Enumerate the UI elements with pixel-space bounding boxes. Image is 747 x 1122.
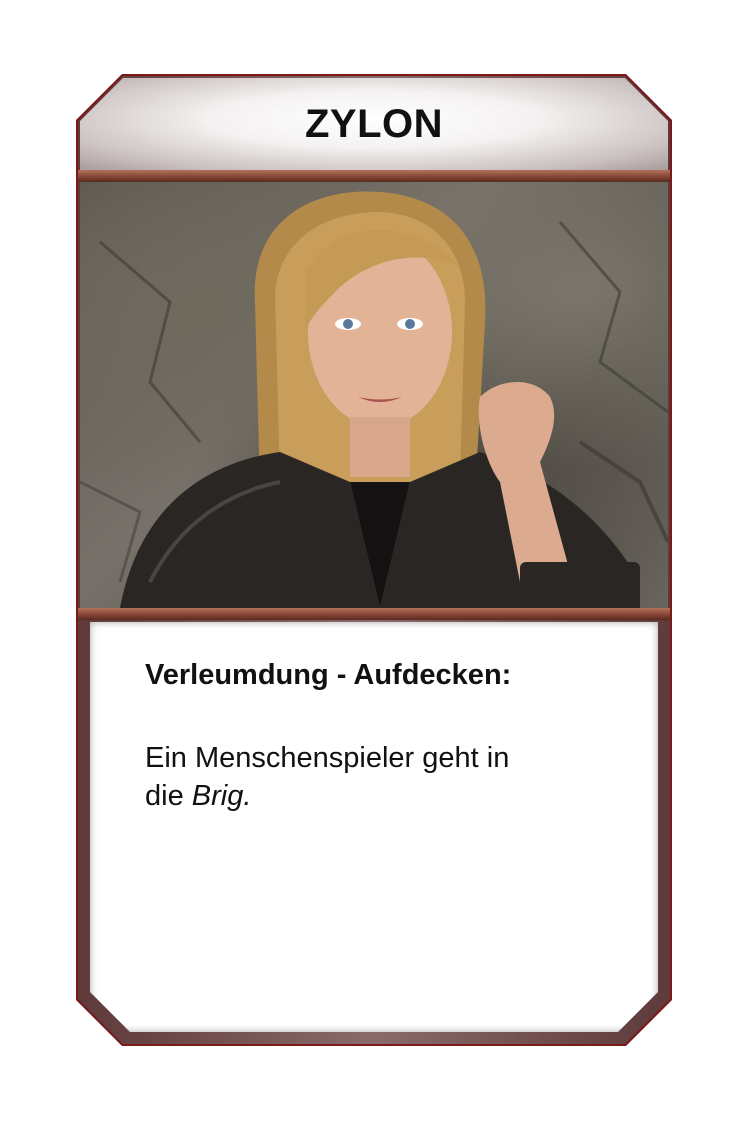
ability-title: Verleumdung - Aufdecken:	[145, 659, 512, 691]
character-portrait	[80, 182, 668, 608]
title-divider	[78, 170, 670, 182]
card-title: ZYLON	[304, 101, 444, 146]
ability-text-line-2-prefix: die	[145, 780, 192, 812]
ability-text-line-1: Ein Menschenspieler geht in	[145, 742, 510, 774]
portrait-divider	[78, 608, 670, 620]
ability-description: Ein Menschenspieler geht in die Brig.	[145, 739, 585, 815]
ability-text-location: Brig.	[191, 780, 252, 812]
ability-text-line-2: die Brig.	[145, 777, 585, 815]
